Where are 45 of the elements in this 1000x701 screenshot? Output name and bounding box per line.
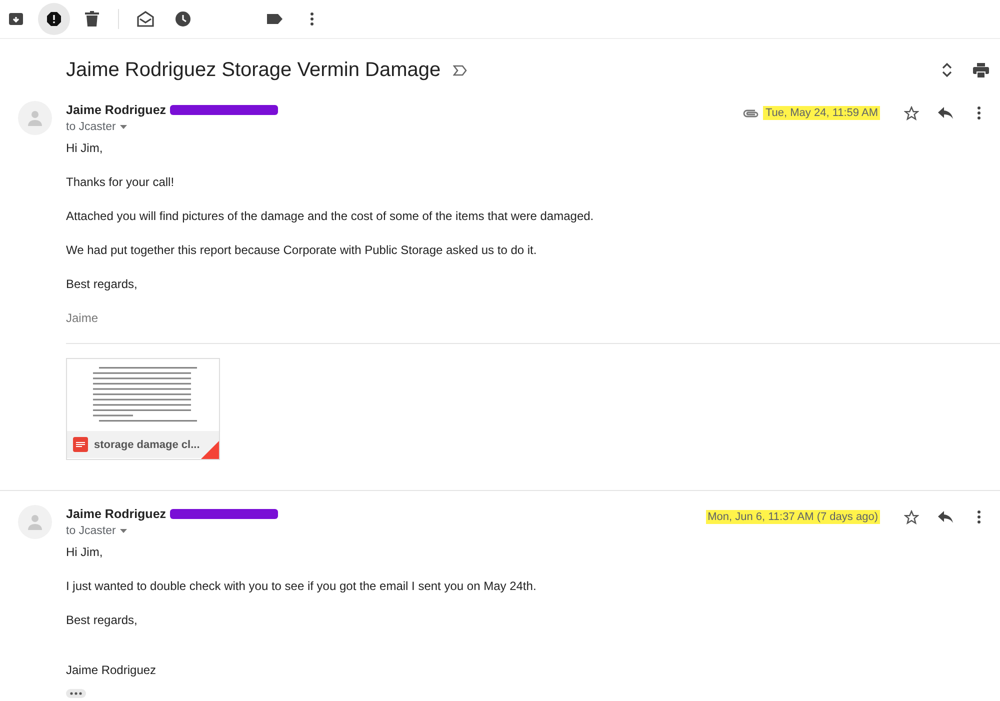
archive-icon <box>8 11 24 27</box>
body-paragraph: We had put together this report because Corporate with Public Storage asked us to do it. <box>66 242 537 259</box>
body-paragraph: I just wanted to double check with you to see if you got the email I sent you on May 24th. <box>66 578 536 595</box>
pdf-icon <box>73 437 88 452</box>
spam-icon <box>46 11 62 27</box>
star-icon <box>904 510 918 524</box>
body-paragraph: Best regards, <box>66 612 138 629</box>
reply-icon <box>938 107 952 119</box>
ellipsis-icon <box>70 692 82 695</box>
signature-text: Jaime <box>66 310 98 327</box>
delete-icon <box>85 11 99 27</box>
spam-button[interactable] <box>38 3 70 35</box>
star-icon <box>904 106 918 120</box>
message-date: Tue, May 24, 11:59 AM <box>763 106 880 120</box>
avatar <box>18 505 52 539</box>
caret-icon <box>120 125 127 129</box>
sender-name: Jaime Rodriguez <box>66 103 166 117</box>
email-subject: Jaime Rodriguez Storage Vermin Damage <box>66 58 441 82</box>
body-paragraph: Best regards, <box>66 276 138 293</box>
sender-name: Jaime Rodriguez <box>66 507 166 521</box>
label-outline-icon <box>452 64 467 76</box>
signature-text: Jaime Rodriguez <box>66 662 156 679</box>
recipient-dropdown[interactable]: to Jcaster <box>66 525 278 537</box>
body-paragraph: Hi Jim, <box>66 544 103 561</box>
label-icon <box>266 13 282 25</box>
recipient-dropdown[interactable]: to Jcaster <box>66 121 278 133</box>
more-icon <box>977 106 981 120</box>
body-paragraph: Thanks for your call! <box>66 174 174 191</box>
avatar <box>18 101 52 135</box>
attachment-card[interactable]: storage damage cl... <box>66 358 220 460</box>
more-icon <box>310 12 314 26</box>
message-date: Mon, Jun 6, 11:37 AM (7 days ago) <box>706 510 880 524</box>
expand-icon <box>942 62 952 78</box>
caret-icon <box>120 529 127 533</box>
attachment-name: storage damage cl... <box>94 438 200 450</box>
page-corner-icon <box>201 441 219 459</box>
body-paragraph: Hi Jim, <box>66 140 103 157</box>
reply-icon <box>938 511 952 523</box>
show-trimmed-button[interactable] <box>66 689 86 698</box>
envelope-icon <box>136 11 154 27</box>
print-icon <box>973 62 989 78</box>
clock-icon <box>175 11 191 27</box>
more-icon <box>977 510 981 524</box>
body-paragraph: Attached you will find pictures of the damage and the cost of some of the items that were damaged. <box>66 208 594 225</box>
paperclip-icon <box>743 108 760 118</box>
